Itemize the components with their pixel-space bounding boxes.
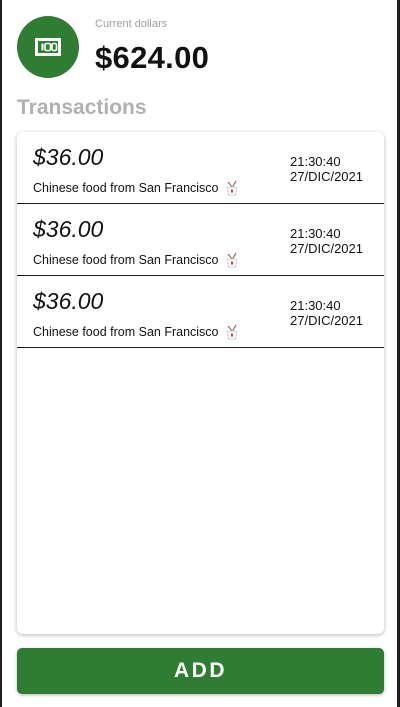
add-button[interactable]: ADD (17, 648, 384, 694)
balance-caption: Current dollars (95, 18, 168, 30)
transactions-list[interactable]: $36.00 Chinese food from San Francisco 2… (17, 132, 384, 634)
transaction-timestamp: 21:30:40 27/DIC/2021 (290, 298, 363, 328)
transaction-timestamp: 21:30:40 27/DIC/2021 (290, 226, 363, 256)
transaction-date: 27/DIC/2021 (290, 241, 363, 256)
takeout-box-icon (226, 180, 237, 196)
transaction-row[interactable]: $36.00 Chinese food from San Francisco 2… (17, 204, 384, 276)
money-bill-icon (35, 38, 61, 56)
transaction-description: Chinese food from San Francisco (33, 324, 239, 340)
transaction-date: 27/DIC/2021 (290, 169, 363, 184)
window-frame-left (0, 0, 2, 707)
balance-avatar (17, 16, 79, 78)
transaction-amount: $36.00 (33, 216, 104, 242)
transaction-time: 21:30:40 (290, 298, 341, 313)
transaction-time: 21:30:40 (290, 154, 341, 169)
balance-amount: $624.00 (95, 40, 210, 75)
transaction-time: 21:30:40 (290, 226, 341, 241)
takeout-box-icon (226, 252, 237, 268)
takeout-box-icon (226, 324, 237, 340)
transaction-row[interactable]: $36.00 Chinese food from San Francisco 2… (17, 276, 384, 348)
transaction-amount: $36.00 (33, 288, 104, 314)
transaction-row[interactable]: $36.00 Chinese food from San Francisco 2… (17, 132, 384, 204)
balance-header: Current dollars $624.00 (17, 16, 387, 82)
transactions-title: Transactions (17, 96, 147, 119)
transaction-description-text: Chinese food from San Francisco (33, 181, 219, 195)
transaction-date: 27/DIC/2021 (290, 313, 363, 328)
transaction-description-text: Chinese food from San Francisco (33, 253, 219, 267)
transaction-timestamp: 21:30:40 27/DIC/2021 (290, 154, 363, 184)
transaction-description: Chinese food from San Francisco (33, 180, 239, 196)
transaction-description: Chinese food from San Francisco (33, 252, 239, 268)
transaction-amount: $36.00 (33, 144, 104, 170)
transaction-description-text: Chinese food from San Francisco (33, 325, 219, 339)
